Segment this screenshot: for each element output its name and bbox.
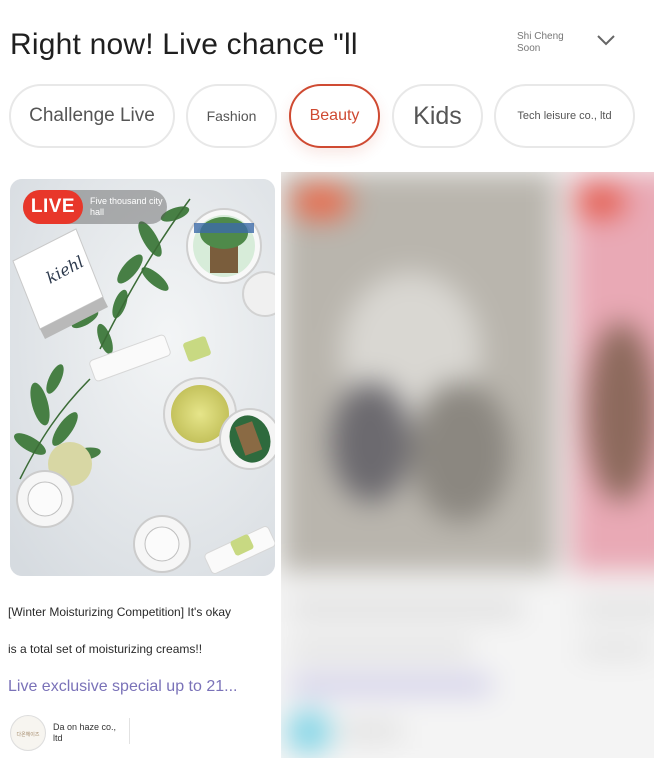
tab-tech-leisure[interactable]: Tech leisure co., ltd bbox=[494, 84, 635, 148]
blurred-adjacent-cards bbox=[281, 172, 654, 758]
seller-divider bbox=[129, 718, 130, 744]
channel-name-line2: Soon bbox=[517, 43, 541, 54]
channel-name-line1: Shi Cheng bbox=[517, 31, 564, 42]
tab-label: Beauty bbox=[309, 107, 360, 124]
tab-challenge-live[interactable]: Challenge Live bbox=[9, 84, 175, 148]
tab-beauty[interactable]: Beauty bbox=[289, 84, 380, 148]
seller-name[interactable]: Da on haze co., ltd bbox=[53, 722, 125, 744]
seller-logo: 다온헤이즈 bbox=[12, 717, 44, 749]
header: Right now! Live chance "ll Shi Cheng Soo… bbox=[0, 0, 654, 80]
seller-avatar[interactable]: 다온헤이즈 bbox=[10, 715, 46, 751]
broadcast-description-line1: [Winter Moisturizing Competition] It's o… bbox=[8, 605, 232, 619]
live-label: LIVE bbox=[23, 190, 83, 224]
channel-selector[interactable]: Shi Cheng Soon bbox=[517, 31, 564, 55]
product-thumbnail: kiehl bbox=[10, 179, 275, 576]
viewer-count: Five thousand city hall bbox=[90, 196, 163, 217]
promo-text[interactable]: Live exclusive special up to 21... bbox=[8, 678, 237, 696]
tab-kids[interactable]: Kids bbox=[392, 84, 483, 148]
chevron-down-icon[interactable] bbox=[596, 33, 616, 47]
tab-label: Challenge Live bbox=[29, 105, 155, 126]
tab-label: Tech leisure co., ltd bbox=[517, 110, 612, 122]
broadcast-description-line2: is a total set of moisturizing creams!! bbox=[8, 642, 203, 656]
live-broadcast-card[interactable]: kiehl LIVE Five thousand city hall bbox=[10, 179, 275, 576]
category-tabs: Challenge Live Fashion Beauty Kids Tech … bbox=[0, 84, 654, 154]
tab-label: Fashion bbox=[206, 108, 257, 124]
page-title: Right now! Live chance "ll bbox=[10, 28, 358, 61]
seller-logo-text: 다온헤이즈 bbox=[16, 731, 39, 738]
live-status-badge: LIVE Five thousand city hall bbox=[23, 190, 167, 224]
tab-fashion[interactable]: Fashion bbox=[186, 84, 277, 148]
tab-label: Kids bbox=[413, 101, 462, 130]
